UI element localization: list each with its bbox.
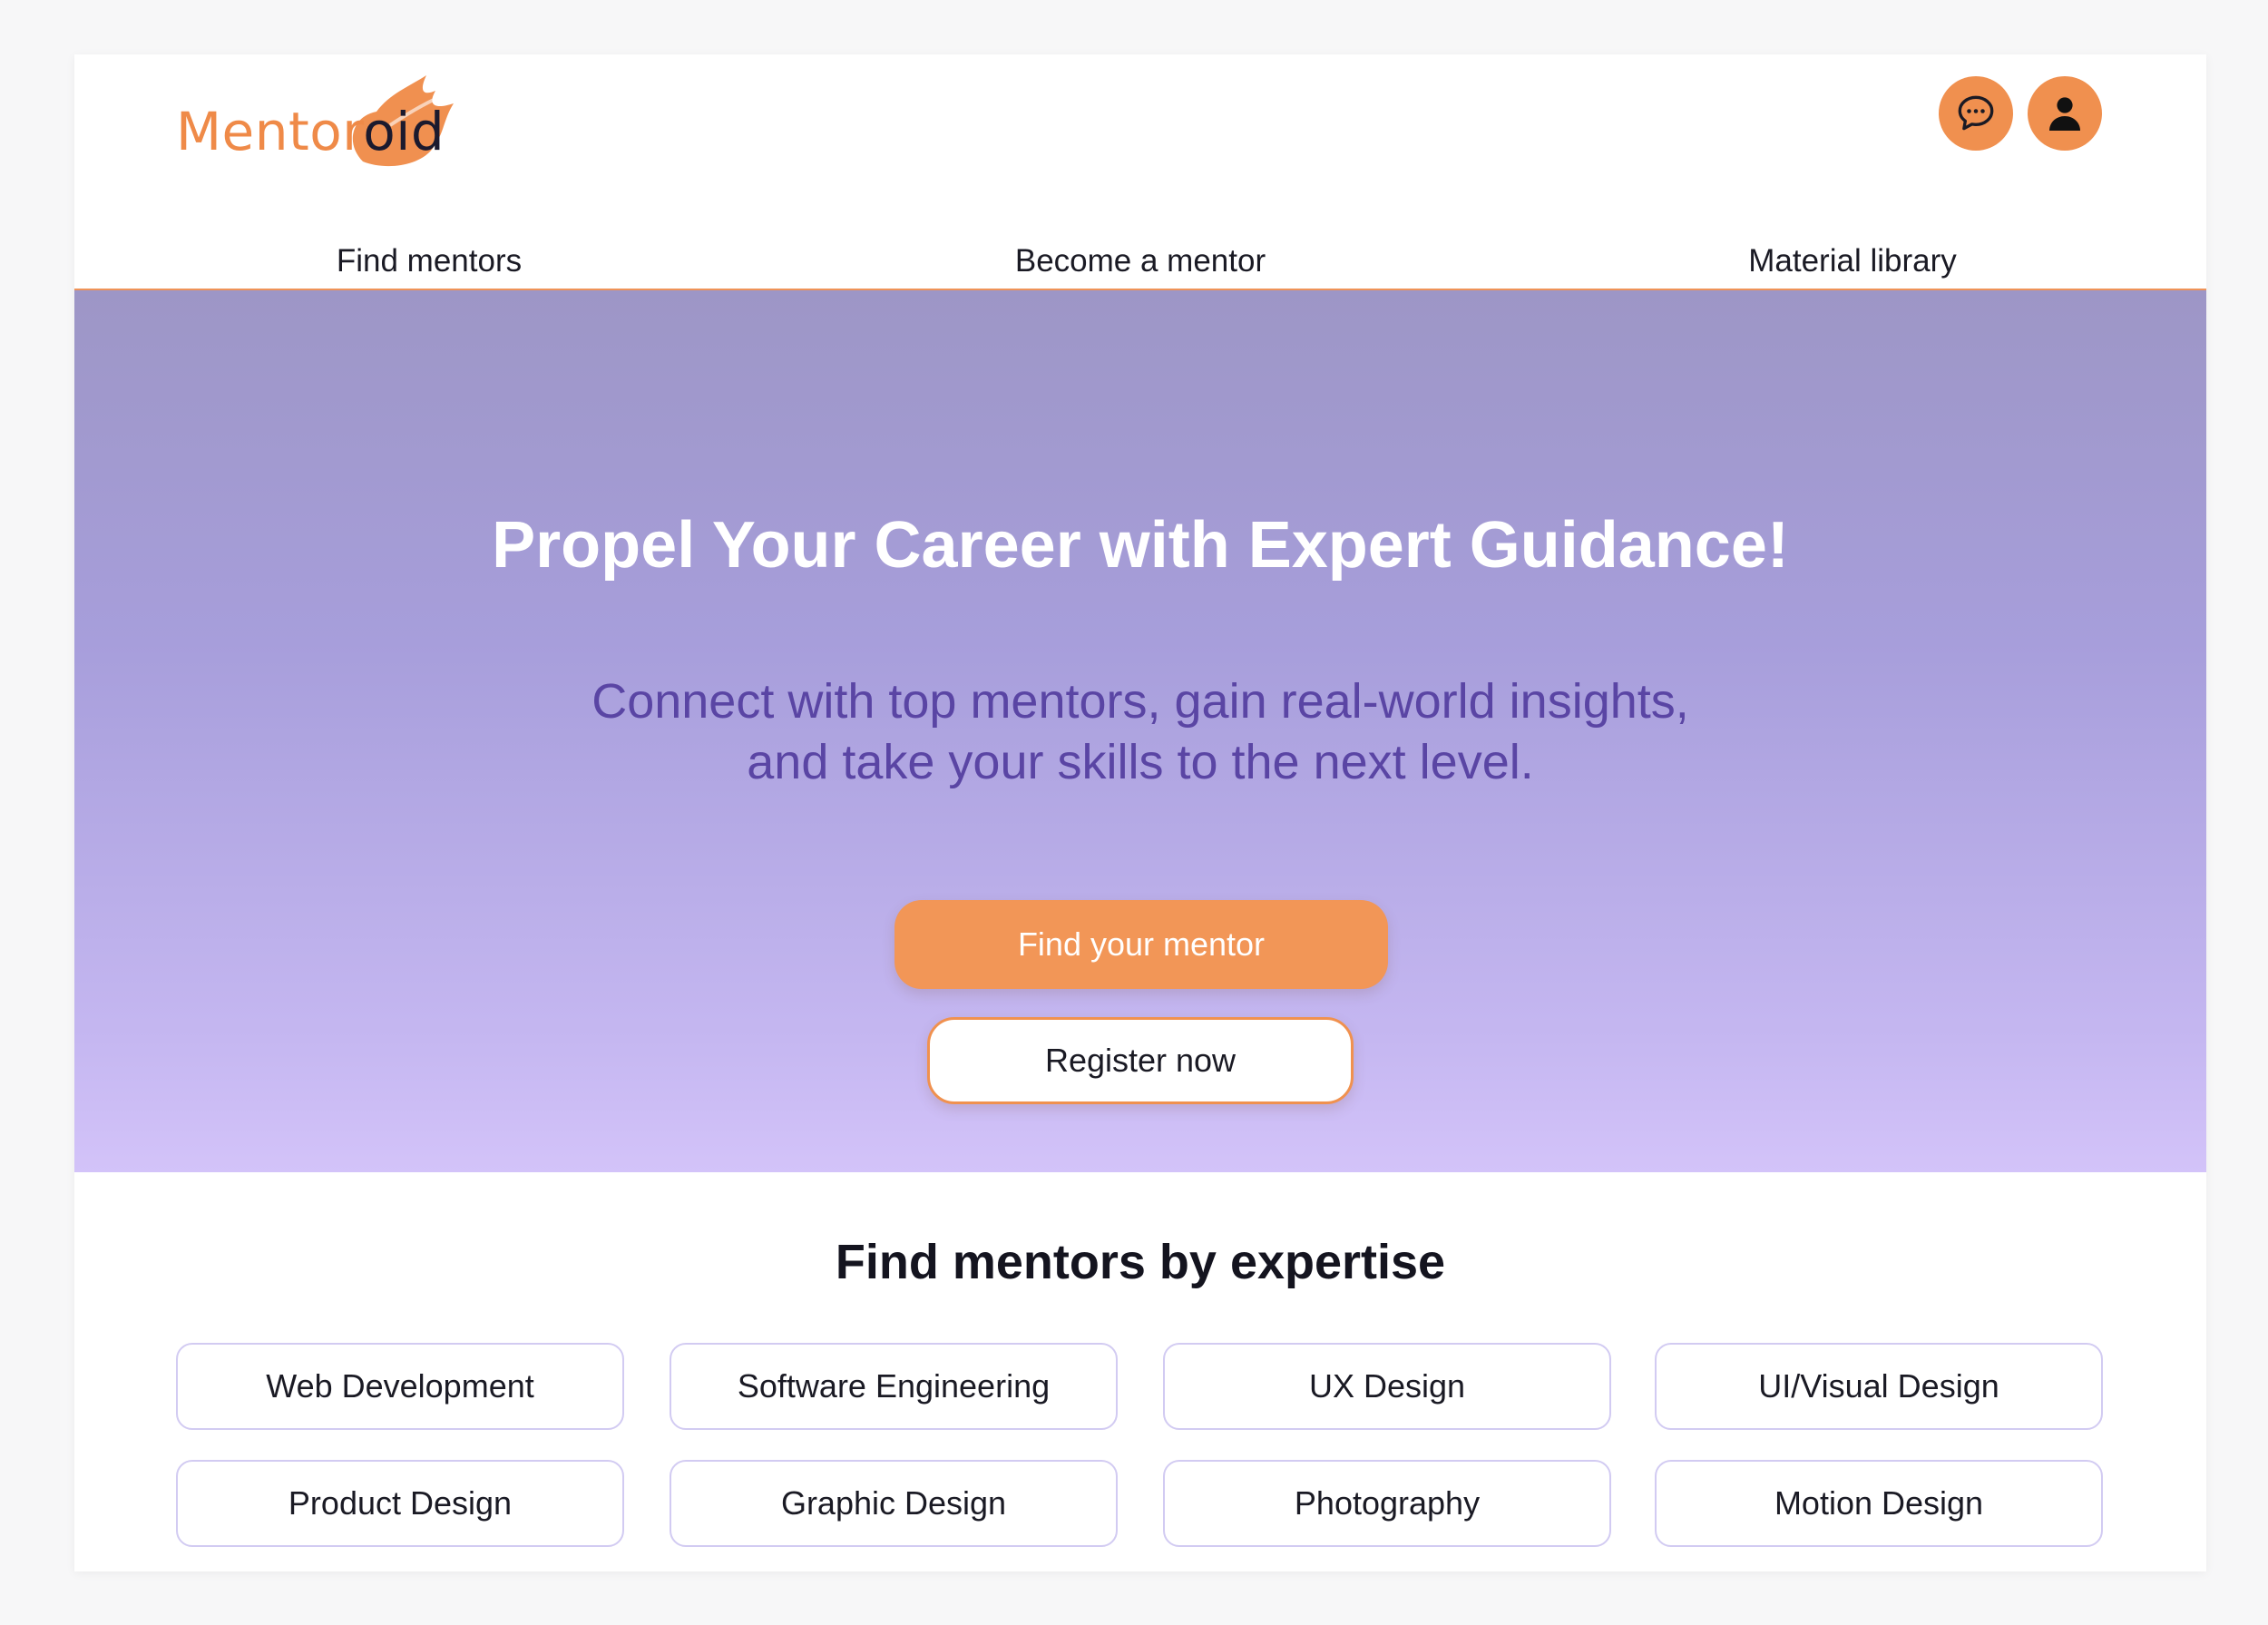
expertise-chip-motion-design[interactable]: Motion Design [1655, 1460, 2103, 1547]
expertise-chip-ui-visual-design[interactable]: UI/Visual Design [1655, 1343, 2103, 1430]
user-icon [2049, 97, 2080, 131]
mentoroid-logo[interactable]: Mentoroid [176, 71, 466, 180]
logo-part-oid: oid [363, 101, 445, 162]
nav-become-mentor[interactable]: Become a mentor [1015, 236, 1266, 290]
page-frame: Mentoroid Find mentors Become a mentor M… [74, 54, 2206, 1571]
logo-part-mentor: Mentor [176, 101, 364, 162]
hero-subtitle: Connect with top mentors, gain real-worl… [74, 671, 2206, 793]
expertise-section-title: Find mentors by expertise [835, 1235, 1446, 1289]
main-nav: Find mentors Become a mentor Material li… [74, 236, 2206, 290]
logo-wordmark: Mentoroid [176, 100, 445, 163]
expertise-chip-web-development[interactable]: Web Development [176, 1343, 624, 1430]
profile-button[interactable] [2028, 76, 2102, 151]
expertise-chip-photography[interactable]: Photography [1163, 1460, 1611, 1547]
nav-material-library[interactable]: Material library [1748, 236, 1957, 290]
expertise-chip-ux-design[interactable]: UX Design [1163, 1343, 1611, 1430]
hero-subtitle-line-1: Connect with top mentors, gain real-worl… [591, 674, 1689, 729]
register-now-button[interactable]: Register now [927, 1017, 1354, 1104]
find-your-mentor-button[interactable]: Find your mentor [894, 900, 1388, 989]
hero-section: Propel Your Career with Expert Guidance!… [74, 290, 2206, 1172]
chat-bubble-icon [1958, 95, 1994, 131]
expertise-chip-product-design[interactable]: Product Design [176, 1460, 624, 1547]
hero-subtitle-line-2: and take your skills to the next level. [747, 735, 1534, 789]
hero-title: Propel Your Career with Expert Guidance! [492, 509, 1789, 582]
nav-find-mentors[interactable]: Find mentors [337, 236, 522, 290]
expertise-chip-graphic-design[interactable]: Graphic Design [670, 1460, 1118, 1547]
chat-button[interactable] [1939, 76, 2013, 151]
expertise-chip-software-engineering[interactable]: Software Engineering [670, 1343, 1118, 1430]
site-header: Mentoroid Find mentors Become a mentor M… [74, 54, 2206, 290]
